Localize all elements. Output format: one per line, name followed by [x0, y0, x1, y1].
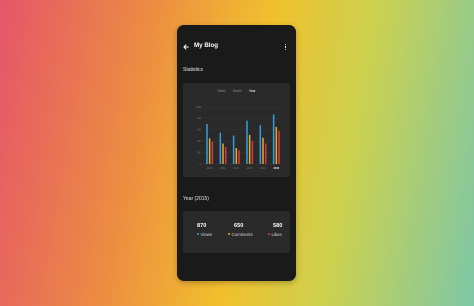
x-tick-label: 2014: [260, 167, 266, 170]
statistics-bar-chart: 0 200 400 600 800 1000 2010 2011 2012 2013 2014 201…: [196, 106, 283, 170]
bar-views-2015[interactable]: [272, 114, 275, 164]
x-tick-label: 2013: [247, 167, 253, 170]
page-title: My Blog: [194, 42, 219, 49]
bar-likes-2013[interactable]: [251, 141, 254, 164]
y-tick-label: 0: [200, 163, 202, 166]
bar-comments-2012[interactable]: [235, 148, 238, 164]
bar-likes-2012[interactable]: [238, 150, 240, 164]
views-value: 870: [197, 223, 207, 229]
year-summary-card: 870 Views 650 Comments 580 Likes: [183, 211, 290, 253]
x-tick-label: 2012: [234, 167, 240, 170]
metric-views: 870 Views: [197, 223, 212, 237]
bar-views-2012[interactable]: [232, 135, 235, 165]
x-tick-label: 2010: [207, 167, 213, 170]
metric-likes: 580 Likes: [268, 223, 282, 237]
bar-likes-2010[interactable]: [211, 141, 214, 164]
views-legend-dot: [197, 233, 199, 236]
y-tick-label: 200: [197, 151, 202, 154]
bar-comments-2013[interactable]: [248, 134, 251, 164]
x-tick-label: 2011: [220, 167, 226, 170]
statistics-heading: Statistics: [183, 67, 204, 73]
phone-screen: My Blog Statistics Week Month Year 0 200 4…: [177, 25, 296, 281]
bar-likes-2014[interactable]: [264, 143, 267, 164]
likes-legend-dot: [268, 233, 270, 236]
likes-label: Likes: [271, 232, 282, 237]
bar-views-2014[interactable]: [259, 125, 262, 164]
metric-comments: 650 Comments: [228, 223, 253, 237]
comments-value: 650: [234, 223, 244, 229]
year-heading: Year (2015): [183, 196, 209, 202]
app-bar: My Blog: [177, 25, 296, 69]
y-tick-label: 800: [197, 117, 202, 120]
y-tick-label: 400: [197, 140, 202, 143]
comments-legend-dot: [228, 233, 230, 236]
bar-comments-2010[interactable]: [208, 138, 211, 164]
bar-views-2013[interactable]: [246, 120, 248, 164]
y-tick-label: 600: [197, 129, 202, 132]
bar-views-2010[interactable]: [206, 124, 208, 164]
back-arrow-icon[interactable]: [183, 44, 189, 50]
bar-views-2011[interactable]: [219, 132, 222, 164]
views-label: Views: [200, 232, 213, 237]
comments-label: Comments: [231, 232, 253, 237]
y-tick-label: 1000: [196, 106, 202, 109]
x-tick-label: 2015: [274, 167, 280, 170]
bar-comments-2015[interactable]: [275, 126, 278, 164]
more-vert-icon[interactable]: [285, 44, 287, 51]
likes-value: 580: [273, 223, 283, 229]
bar-comments-2011[interactable]: [222, 143, 224, 164]
bar-comments-2014[interactable]: [262, 137, 264, 164]
bar-likes-2015[interactable]: [278, 130, 280, 164]
bar-likes-2011[interactable]: [224, 146, 227, 164]
statistics-card: Week Month Year 0 200 400 600 800 1000 2010 201…: [183, 83, 290, 177]
